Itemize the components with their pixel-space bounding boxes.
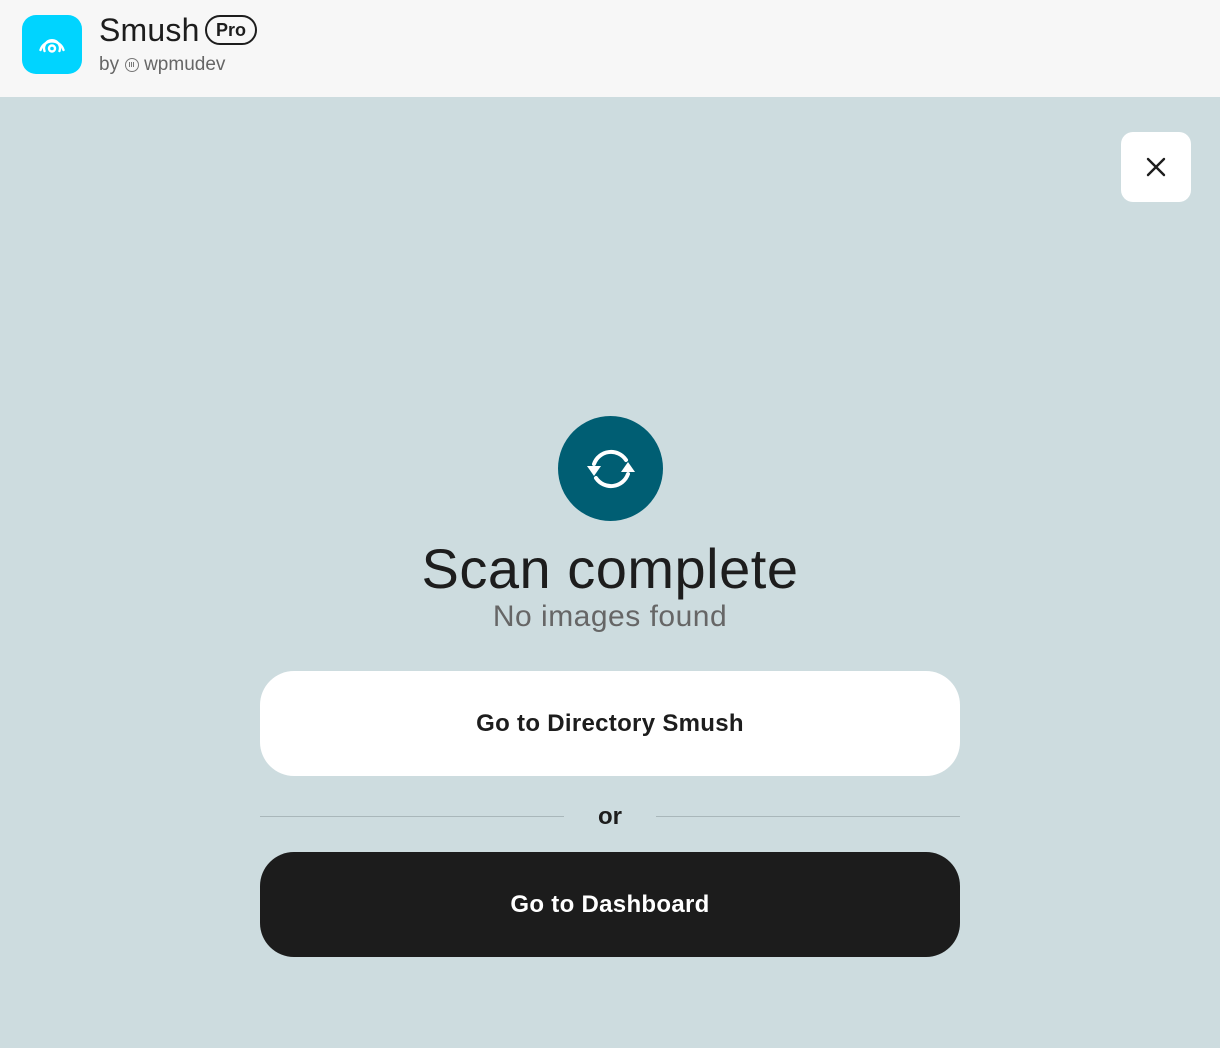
close-icon xyxy=(1146,157,1166,177)
vendor-byline: by wpmudev xyxy=(99,53,225,77)
vendor-name: wpmudev xyxy=(144,54,226,75)
divider-line-left xyxy=(260,816,564,817)
app-title: Smush xyxy=(99,12,200,48)
close-button[interactable] xyxy=(1121,132,1191,202)
sync-icon xyxy=(586,449,635,488)
wpmudev-logo-icon xyxy=(125,58,140,72)
pro-badge: Pro xyxy=(205,15,258,45)
or-separator: or xyxy=(598,803,622,830)
smush-logo-icon xyxy=(22,15,82,74)
byline-prefix: by xyxy=(99,54,120,75)
scan-complete-title: Scan complete xyxy=(421,537,799,600)
app-header: Smush Pro by wpmudev xyxy=(0,0,1220,97)
go-to-dashboard-button[interactable]: Go to Dashboard xyxy=(260,852,960,957)
go-to-directory-smush-button[interactable]: Go to Directory Smush xyxy=(260,671,960,776)
scan-result-subtitle: No images found xyxy=(492,600,728,633)
scan-status-badge xyxy=(558,416,663,521)
divider-line-right xyxy=(656,816,960,817)
